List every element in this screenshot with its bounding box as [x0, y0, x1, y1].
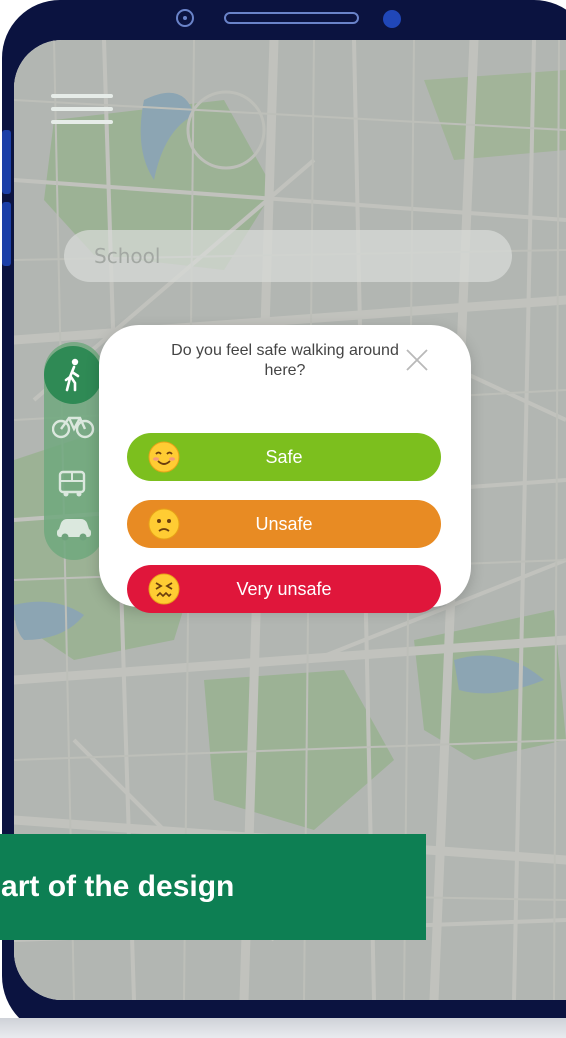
volume-down-button [2, 202, 11, 266]
safe-option-button[interactable]: Safe [127, 433, 441, 481]
caption-banner: heart of the design [0, 834, 426, 940]
close-icon[interactable] [404, 347, 430, 373]
unsafe-option-button[interactable]: Unsafe [127, 500, 441, 548]
smiling-face-icon [148, 441, 180, 473]
front-camera [176, 9, 194, 27]
proximity-sensor [383, 10, 401, 28]
car-icon[interactable] [52, 514, 96, 542]
frowning-face-icon [148, 508, 180, 540]
confounded-face-icon [148, 573, 180, 605]
bus-icon[interactable] [52, 470, 96, 498]
bottom-shadow [0, 1018, 566, 1038]
search-input[interactable] [92, 243, 512, 269]
walking-person-icon[interactable] [44, 346, 102, 404]
very-unsafe-option-label: Very unsafe [236, 578, 332, 599]
search-bar[interactable] [64, 230, 512, 282]
unsafe-option-label: Unsafe [255, 513, 313, 534]
volume-up-button [2, 130, 11, 194]
earpiece-speaker [224, 12, 359, 24]
dialog-question: Do you feel safe walking around here? [171, 342, 399, 379]
very-unsafe-option-button[interactable]: Very unsafe [127, 565, 441, 613]
hamburger-menu-icon[interactable] [51, 94, 113, 134]
caption-text: heart of the design [0, 870, 235, 903]
bicycle-icon[interactable] [52, 412, 96, 440]
safety-feedback-dialog: Do you feel safe walking around here? Sa… [99, 325, 471, 613]
safe-option-label: Safe [265, 446, 303, 467]
